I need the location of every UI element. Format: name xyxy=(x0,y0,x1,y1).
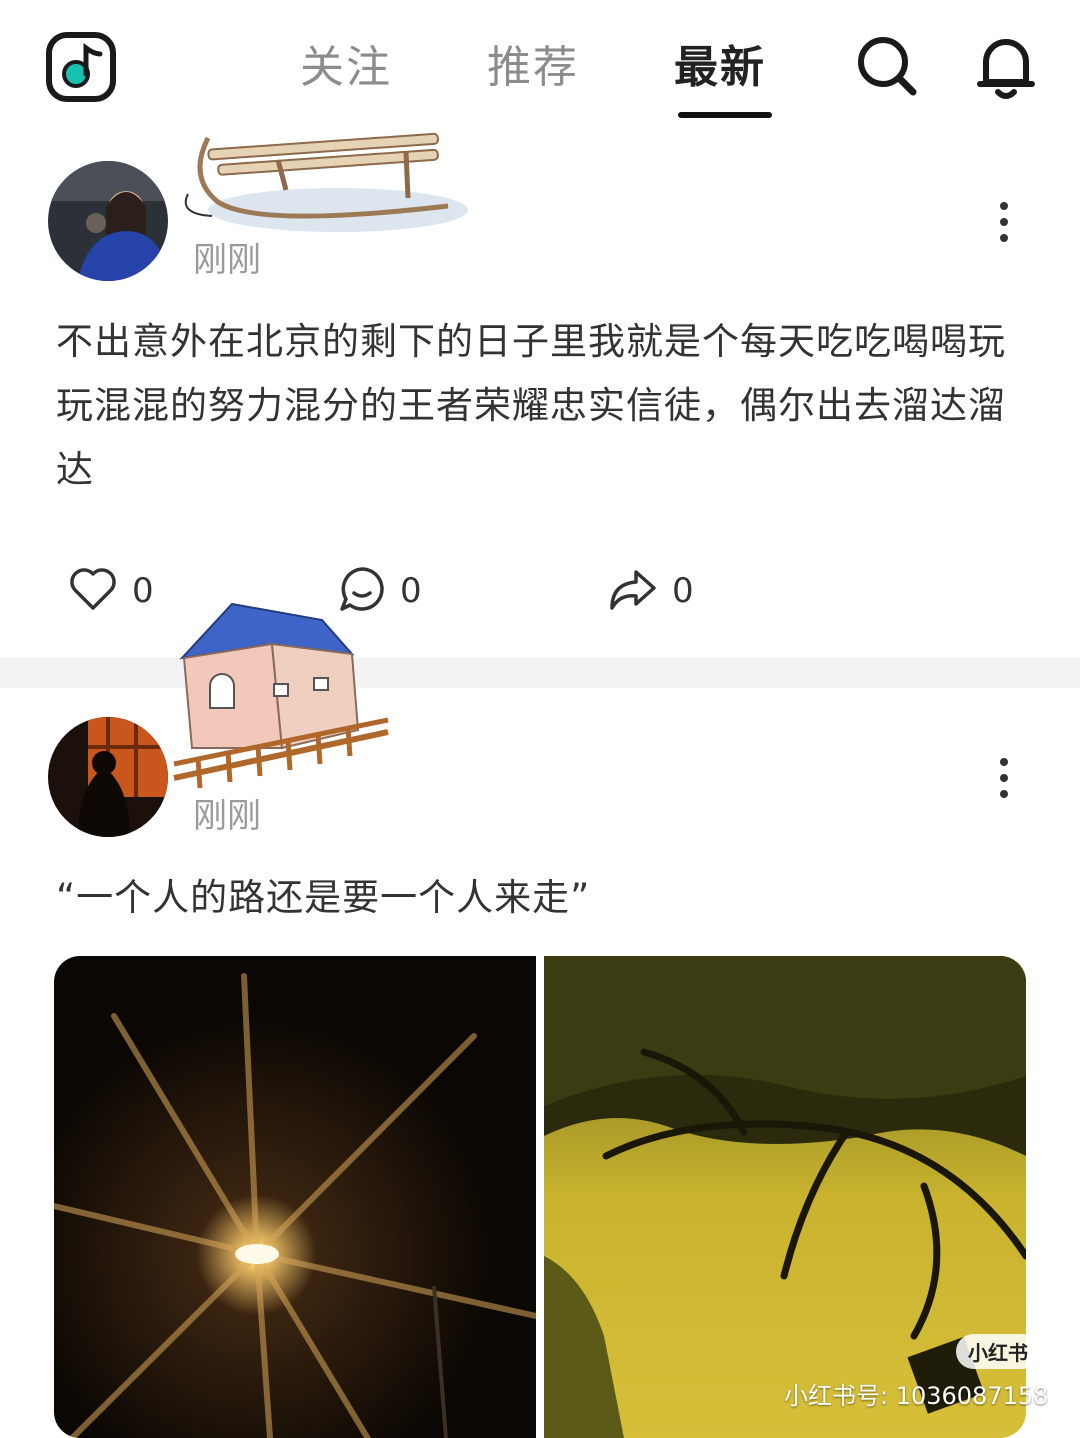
tab-recommended[interactable]: 推荐 xyxy=(487,40,579,96)
avatar[interactable] xyxy=(48,717,168,837)
heart-icon xyxy=(68,566,118,616)
like-button[interactable]: 0 xyxy=(68,566,154,616)
app-logo-icon[interactable] xyxy=(46,32,116,102)
share-count: 0 xyxy=(672,571,694,611)
more-options-icon[interactable] xyxy=(994,200,1014,244)
post-timestamp: 刚刚 xyxy=(193,240,261,280)
tab-latest[interactable]: 最新 xyxy=(674,40,766,96)
like-count: 0 xyxy=(132,571,154,611)
tab-following[interactable]: 关注 xyxy=(300,40,392,96)
active-tab-indicator xyxy=(678,112,772,118)
section-divider xyxy=(0,658,1080,688)
post-text: 不出意外在北京的剩下的日子里我就是个每天吃吃喝喝玩玩混混的努力混分的王者荣耀忠实… xyxy=(56,320,1006,491)
post-text: “一个人的路还是要一个人来走” xyxy=(56,876,591,919)
post-timestamp: 刚刚 xyxy=(193,796,261,836)
comment-count: 0 xyxy=(400,571,422,611)
bell-icon[interactable] xyxy=(974,32,1038,99)
search-icon[interactable] xyxy=(855,34,919,98)
share-button[interactable]: 0 xyxy=(608,566,694,616)
house-sticker xyxy=(172,598,394,792)
street-lamp-photo[interactable] xyxy=(54,956,536,1438)
avatar[interactable] xyxy=(48,161,168,281)
more-options-icon[interactable] xyxy=(994,756,1014,800)
share-icon xyxy=(608,566,658,616)
watermark-id: 小红书号: 1036087158 xyxy=(784,1382,1049,1410)
tree-path-photo[interactable] xyxy=(544,956,1026,1438)
watermark-badge: 小红书 xyxy=(956,1334,1040,1369)
